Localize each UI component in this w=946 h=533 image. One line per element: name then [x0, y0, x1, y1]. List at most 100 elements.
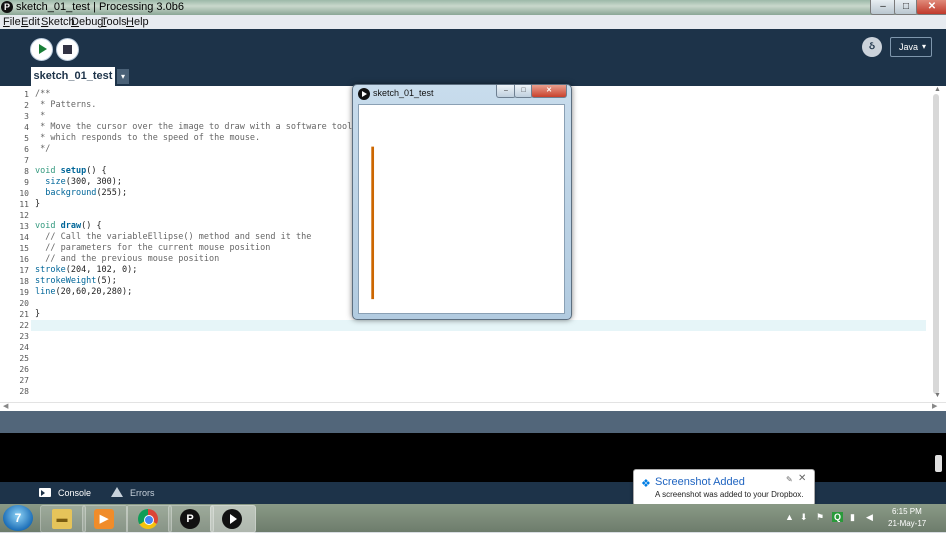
- line-number: 1: [24, 90, 29, 99]
- toolbar: [0, 29, 946, 67]
- sketch-window-title: sketch_01_test: [373, 88, 434, 98]
- network-signal-icon[interactable]: ▮: [850, 512, 855, 523]
- line-number: 14: [19, 233, 29, 242]
- notification-body: A screenshot was added to your Dropbox.: [655, 490, 804, 499]
- line-number: 10: [19, 189, 29, 198]
- line-number: 11: [19, 200, 29, 209]
- code-line: line(20,60,20,280);: [35, 287, 133, 297]
- line-number: 4: [24, 123, 29, 132]
- code-line: }: [35, 309, 41, 319]
- debugger-icon[interactable]: ઠ: [862, 37, 882, 57]
- sketch-close-button[interactable]: ✕: [531, 85, 567, 98]
- processing-icon: P: [180, 509, 200, 529]
- line-number: 17: [19, 266, 29, 275]
- chevron-down-icon: ▾: [921, 42, 926, 51]
- code-line: }: [35, 199, 41, 209]
- line-number: 22: [19, 321, 29, 330]
- dropbox-notification[interactable]: ❖ Screenshot Added A screenshot was adde…: [633, 469, 815, 506]
- code-line: stroke(204, 102, 0);: [35, 265, 138, 275]
- sketch-canvas[interactable]: [358, 104, 565, 314]
- sketch-minimize-button[interactable]: –: [496, 85, 516, 98]
- line-number: 7: [24, 156, 29, 165]
- window-title-bar: P sketch_01_test | Processing 3.0b6 – □ …: [0, 0, 946, 15]
- mode-selector[interactable]: Java ▾: [890, 37, 932, 57]
- volume-icon[interactable]: ◀: [866, 512, 873, 523]
- taskbar-chrome[interactable]: [126, 505, 172, 533]
- code-line: * which responds to the speed of the mou…: [35, 133, 261, 143]
- code-line: background(255);: [45, 188, 128, 198]
- media-player-icon: ▶: [94, 509, 114, 529]
- folder-icon: ▬: [52, 509, 72, 529]
- menu-file[interactable]: File: [3, 16, 21, 28]
- line-number: 5: [24, 134, 29, 143]
- code-line: /**: [35, 89, 51, 99]
- clock-time[interactable]: 6:15 PM: [892, 507, 922, 516]
- stop-button[interactable]: [56, 38, 79, 61]
- menu-help[interactable]: Help: [126, 16, 149, 28]
- close-button[interactable]: ✕: [916, 0, 946, 15]
- qt-tray-icon[interactable]: Q: [832, 512, 844, 522]
- console-icon: [39, 488, 51, 497]
- tab-console[interactable]: Console: [30, 482, 100, 504]
- line-number: 19: [19, 288, 29, 297]
- console-scrollbar[interactable]: [935, 455, 942, 472]
- dropbox-tray-icon[interactable]: ⬇: [800, 512, 808, 523]
- vertical-scroll-thumb[interactable]: [933, 94, 939, 394]
- line-number: 27: [19, 376, 29, 385]
- dropbox-icon: ❖: [641, 478, 651, 490]
- menu-debug[interactable]: Debug: [71, 16, 103, 28]
- notification-title: Screenshot Added: [655, 476, 745, 488]
- maximize-button[interactable]: □: [894, 0, 918, 15]
- line-number: 18: [19, 277, 29, 286]
- code-line: void setup() {: [35, 166, 107, 176]
- line-number-gutter: 1 2 3 4 5 6 7 8 9 10 11 12 13 14 15 16 17 18 19 20 21 22 23 24 2…: [0, 86, 31, 402]
- tab-console-label: Console: [58, 488, 92, 498]
- notification-close-icon[interactable]: ✕: [798, 473, 806, 484]
- scroll-down-arrow-icon[interactable]: ▼: [934, 392, 941, 399]
- menu-tools[interactable]: Tools: [101, 16, 127, 28]
- scroll-left-arrow-icon[interactable]: ◀: [3, 402, 8, 410]
- run-button[interactable]: [30, 38, 53, 61]
- taskbar-sketch[interactable]: [210, 505, 256, 533]
- tab-sketch-01-test[interactable]: sketch_01_test: [31, 67, 115, 86]
- taskbar-media-player[interactable]: ▶: [82, 505, 128, 533]
- menu-edit[interactable]: Edit: [21, 16, 40, 28]
- sketch-canvas-drawing: [371, 146, 375, 300]
- code-line: size(300, 300);: [45, 177, 123, 187]
- tab-errors-label: Errors: [130, 488, 155, 498]
- scroll-right-arrow-icon[interactable]: ▶: [932, 402, 937, 410]
- taskbar-processing[interactable]: P: [168, 505, 214, 533]
- pin-icon[interactable]: ✎: [786, 475, 793, 484]
- line-number: 21: [19, 310, 29, 319]
- window-title: sketch_01_test | Processing 3.0b6: [16, 1, 184, 13]
- line-number: 28: [19, 387, 29, 396]
- scroll-up-arrow-icon[interactable]: ▲: [934, 86, 941, 93]
- sketch-run-icon: [222, 509, 242, 529]
- sketch-output-window[interactable]: sketch_01_test – □ ✕: [352, 84, 572, 320]
- chrome-icon: [138, 509, 158, 529]
- start-button[interactable]: 7: [3, 505, 33, 531]
- code-line: * Patterns.: [35, 100, 97, 110]
- code-line: // parameters for the current mouse posi…: [35, 243, 271, 253]
- processing-logo-icon: P: [1, 1, 13, 13]
- line-number: 24: [19, 343, 29, 352]
- clock-date[interactable]: 21-May-17: [888, 519, 926, 528]
- menu-bar: File Edit Sketch Debug Tools Help: [0, 15, 946, 29]
- show-hidden-icons-icon[interactable]: ▲: [785, 512, 794, 522]
- menu-sketch[interactable]: Sketch: [41, 16, 75, 28]
- current-line-highlight: [31, 320, 926, 331]
- line-number: 13: [19, 222, 29, 231]
- minimize-button[interactable]: –: [870, 0, 896, 15]
- action-center-flag-icon[interactable]: ⚑: [816, 512, 824, 523]
- taskbar-explorer[interactable]: ▬: [40, 505, 86, 533]
- code-line: * Move the cursor over the image to draw…: [35, 122, 353, 132]
- code-line: // and the previous mouse position: [35, 254, 220, 264]
- sketch-run-icon: [358, 88, 370, 100]
- code-line: void draw() {: [35, 221, 102, 231]
- tab-menu-arrow-icon[interactable]: ▾: [117, 69, 129, 84]
- code-line: // Call the variableEllipse() method and…: [35, 232, 312, 242]
- tab-errors[interactable]: Errors: [102, 482, 172, 504]
- line-number: 6: [24, 145, 29, 154]
- line-number: 25: [19, 354, 29, 363]
- status-bar: [0, 411, 946, 433]
